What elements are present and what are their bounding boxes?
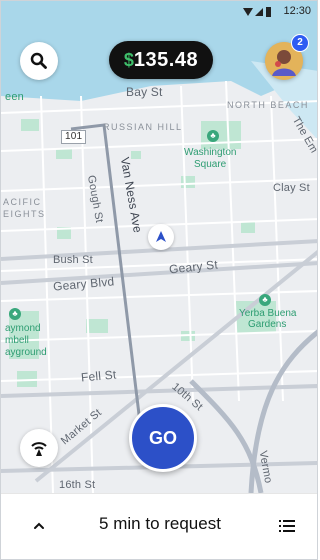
poi-label: Yerba Buena [239, 308, 297, 319]
street-label: Clay St [273, 182, 310, 194]
district-label: ACIFIC [3, 197, 42, 207]
current-location-marker [148, 224, 174, 250]
poi-label: Gardens [248, 319, 287, 330]
street-label: een [5, 91, 24, 103]
driver-app-screen: NORTH BEACH RUSSIAN HILL ACIFIC EIGHTS B… [0, 0, 318, 560]
poi-label: aymond [5, 323, 41, 334]
highway-shield: 101 [61, 130, 87, 144]
poi-label: mbell [5, 335, 29, 346]
notification-badge: 2 [291, 34, 309, 52]
battery-icon [266, 7, 271, 17]
radar-icon [31, 442, 47, 456]
navigation-arrow-icon [156, 231, 166, 242]
clock: 12:30 [283, 5, 311, 17]
search-button[interactable] [20, 42, 58, 80]
signal-icon [255, 8, 263, 16]
earnings-amount: 135.48 [133, 48, 199, 71]
district-label: NORTH BEACH [227, 100, 309, 110]
street-label: Bush St [53, 254, 93, 266]
park-pin-icon: ♣ [207, 130, 219, 142]
poi-label: Square [194, 159, 227, 170]
park-pin-icon: ♣ [9, 308, 21, 320]
request-status-text: 5 min to request [99, 514, 221, 533]
earnings-pill[interactable]: $ 135.48 [109, 41, 213, 79]
status-icons [243, 7, 271, 17]
go-online-button[interactable]: GO [129, 404, 197, 472]
district-label: RUSSIAN HILL [103, 122, 183, 132]
currency-symbol: $ [123, 49, 134, 70]
wifi-icon [243, 8, 253, 16]
radar-button[interactable] [20, 429, 58, 467]
district-label: EIGHTS [3, 209, 46, 219]
search-icon [30, 52, 47, 69]
list-icon[interactable] [277, 516, 297, 536]
status-bar: 12:30 [1, 1, 317, 23]
street-label: 16th St [59, 479, 96, 491]
bottom-sheet[interactable]: 5 min to request [1, 493, 317, 559]
street-label: Bay St [126, 85, 163, 99]
poi-label: ayground [5, 347, 47, 358]
poi-label: Washington [184, 147, 237, 158]
park-pin-icon: ♣ [259, 294, 271, 306]
